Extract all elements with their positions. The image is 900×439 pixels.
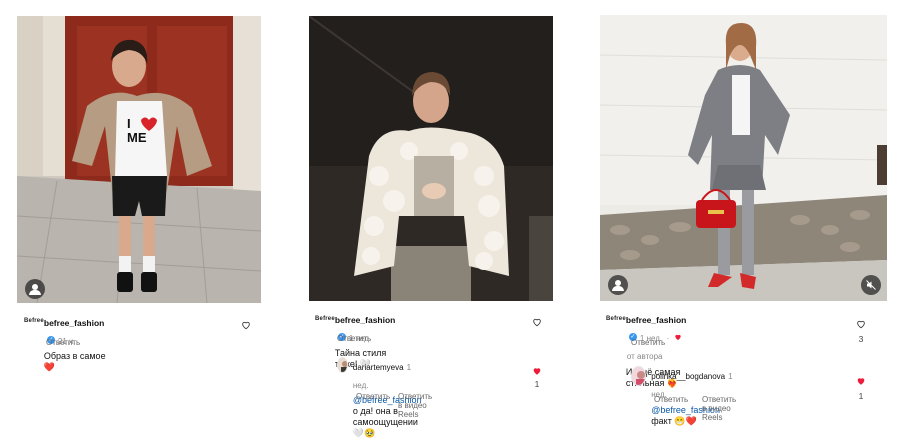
reply-username[interactable]: dariartemyeva [353,363,404,372]
like-count: 3 [858,334,864,344]
post-photo-3[interactable] [600,15,887,301]
liked-heart-icon[interactable] [532,366,542,376]
author-liked-heart-icon [675,334,681,340]
comment-username[interactable]: befree_fashion [626,315,686,325]
tagged-user-icon[interactable] [25,279,45,299]
like-count: 1 [858,391,864,401]
like-heart-icon[interactable] [241,320,251,330]
like-heart-icon[interactable] [532,317,542,327]
author-note: от автора [626,352,663,361]
like-count: 1 [534,379,540,389]
reply-in-reels-button[interactable]: Ответить в видео Reels [398,392,432,419]
photo-woman-i-love-me-tshirt: I ME [17,16,261,303]
reply-button[interactable]: Ответить [654,395,688,404]
svg-text:ME: ME [127,130,147,145]
emoji-heart: ❤️ [43,362,56,372]
mute-icon[interactable] [861,275,881,295]
reply-text: о да! она в [352,406,398,416]
comment-text: Образ в самое [43,351,106,361]
svg-text:I: I [127,116,131,131]
brand-logo[interactable]: Befree [24,318,44,324]
comment-username[interactable]: befree_fashion [44,318,104,328]
photo-woman-grey-blazer-red-bag [600,15,887,301]
reply-text: факт [651,416,672,426]
reply-button[interactable]: Ответить [631,338,665,347]
photo-woman-white-feather-jacket [309,16,553,301]
liked-heart-icon[interactable] [856,376,866,386]
avatar[interactable] [631,366,647,386]
reply-button[interactable]: Ответить [337,334,371,343]
brand-logo[interactable]: Befree [315,316,335,322]
like-heart-icon[interactable] [856,319,866,329]
emoji: 🤍🥹 [352,428,376,438]
post-photo-1[interactable]: I ME [17,16,261,303]
reply-username[interactable]: polinka__bogdanova [651,372,725,381]
reply-in-reels-button[interactable]: Ответить в видео Reels [702,395,736,422]
emoji: 😁❤️ [674,416,697,426]
brand-logo[interactable]: Befree [606,316,626,322]
tagged-user-icon[interactable] [608,275,628,295]
reply-button[interactable]: Ответить [356,392,390,401]
reply-button[interactable]: Ответить [46,338,80,347]
post-photo-2[interactable] [309,16,553,301]
avatar[interactable] [337,357,348,373]
comment-username[interactable]: befree_fashion [335,315,395,325]
